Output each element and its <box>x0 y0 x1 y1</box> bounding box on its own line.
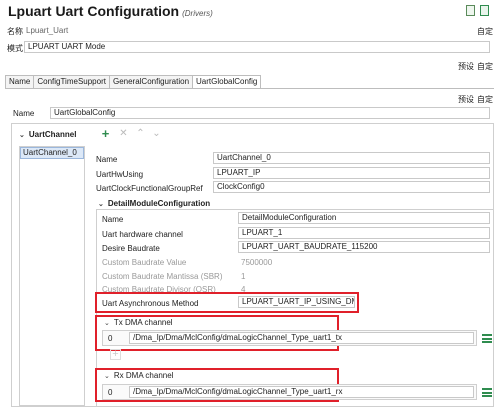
rx-dma-path-field[interactable]: /Dma_Ip/Dma/MclConfig/dmaLogicChannel_Ty… <box>129 386 474 398</box>
auto-button-tab[interactable]: 自定 <box>477 94 493 105</box>
tab-name[interactable]: Name <box>5 75 35 88</box>
save-icon[interactable] <box>480 5 489 16</box>
auto-label-header[interactable]: 自定 <box>477 26 493 37</box>
mode-field[interactable]: LPUART UART Mode <box>24 41 490 53</box>
mode-label: 模式 <box>7 44 23 53</box>
detail-name-label: Name <box>102 215 124 224</box>
global-name-label: Name <box>13 109 35 118</box>
global-name-field[interactable]: UartGlobalConfig <box>50 107 490 119</box>
page-subtitle: (Drivers) <box>182 9 213 18</box>
chevron-down-icon[interactable]: ⌄ <box>98 201 104 208</box>
preset-button[interactable]: 预设 <box>458 61 474 72</box>
detail-header[interactable]: ⌄ DetailModuleConfiguration <box>98 199 210 208</box>
document-icon[interactable] <box>466 5 475 16</box>
clock-ref-field[interactable]: ClockConfig0 <box>213 181 490 193</box>
tab-general-configuration[interactable]: GeneralConfiguration <box>108 75 194 88</box>
channel-name-field[interactable]: UartChannel_0 <box>213 152 490 164</box>
mantissa-label: Custom Baudrate Mantissa (SBR) <box>102 272 223 281</box>
tx-dma-path-field[interactable]: /Dma_Ip/Dma/MclConfig/dmaLogicChannel_Ty… <box>129 332 474 344</box>
tx-dma-index: 0 <box>108 334 113 343</box>
async-method-field[interactable]: LPUART_UART_IP_USING_DMA <box>238 296 355 308</box>
name-label: 名称 <box>7 27 23 36</box>
uart-channel-header[interactable]: ⌄ UartChannel <box>19 130 76 139</box>
rx-dma-menu-icon[interactable] <box>482 388 492 397</box>
async-method-label: Uart Asynchronous Method <box>102 299 199 308</box>
auto-button[interactable]: 自定 <box>477 61 493 72</box>
detail-name-field[interactable]: DetailModuleConfiguration <box>238 212 490 224</box>
hw-using-label: UartHwUsing <box>96 170 144 179</box>
chevron-down-icon[interactable]: ⌄ <box>19 132 25 139</box>
tab-bar: Name ConfigTimeSupport GeneralConfigurat… <box>5 75 262 88</box>
channel-list <box>19 146 85 406</box>
detail-title: DetailModuleConfiguration <box>107 199 211 208</box>
move-up-icon[interactable]: ⌃ <box>135 128 146 139</box>
delete-icon[interactable]: ✕ <box>118 128 129 139</box>
baudrate-field[interactable]: LPUART_UART_BAUDRATE_115200 <box>238 241 490 253</box>
rx-dma-header[interactable]: ⌄ Rx DMA channel <box>104 371 173 380</box>
hw-channel-field[interactable]: LPUART_1 <box>238 227 490 239</box>
tab-uart-global-config[interactable]: UartGlobalConfig <box>192 75 262 88</box>
rx-dma-index: 0 <box>108 388 113 397</box>
custom-baudrate-value: 7500000 <box>241 258 273 267</box>
list-item[interactable]: UartChannel_0 <box>20 147 84 159</box>
hw-channel-label: Uart hardware channel <box>102 230 183 239</box>
tx-dma-header[interactable]: ⌄ Tx DMA channel <box>104 318 173 327</box>
page-title-text: Lpuart Uart Configuration <box>8 3 180 19</box>
uart-channel-title: UartChannel <box>28 130 77 139</box>
custom-baudrate-label: Custom Baudrate Value <box>102 258 187 267</box>
rx-dma-title: Rx DMA channel <box>113 371 174 380</box>
tx-dma-title: Tx DMA channel <box>113 318 173 327</box>
page-title: Lpuart Uart Configuration (Drivers) <box>8 3 213 19</box>
tx-dma-menu-icon[interactable] <box>482 334 492 343</box>
add-tx-icon[interactable]: + <box>110 349 121 360</box>
add-icon[interactable]: + <box>100 127 111 140</box>
clock-ref-label: UartClockFunctionalGroupRef <box>96 184 203 193</box>
move-down-icon[interactable]: ⌄ <box>151 128 162 139</box>
tab-divider <box>5 88 494 89</box>
chevron-down-icon[interactable]: ⌄ <box>104 373 110 380</box>
chevron-down-icon[interactable]: ⌄ <box>104 320 110 327</box>
name-value: Lpuart_Uart <box>26 26 69 35</box>
baudrate-label: Desire Baudrate <box>102 244 160 253</box>
tab-config-time-support[interactable]: ConfigTimeSupport <box>33 75 110 88</box>
mantissa-value: 1 <box>241 272 246 281</box>
channel-name-label: Name <box>96 155 118 164</box>
preset-button-tab[interactable]: 预设 <box>458 94 474 105</box>
hw-using-field[interactable]: LPUART_IP <box>213 167 490 179</box>
